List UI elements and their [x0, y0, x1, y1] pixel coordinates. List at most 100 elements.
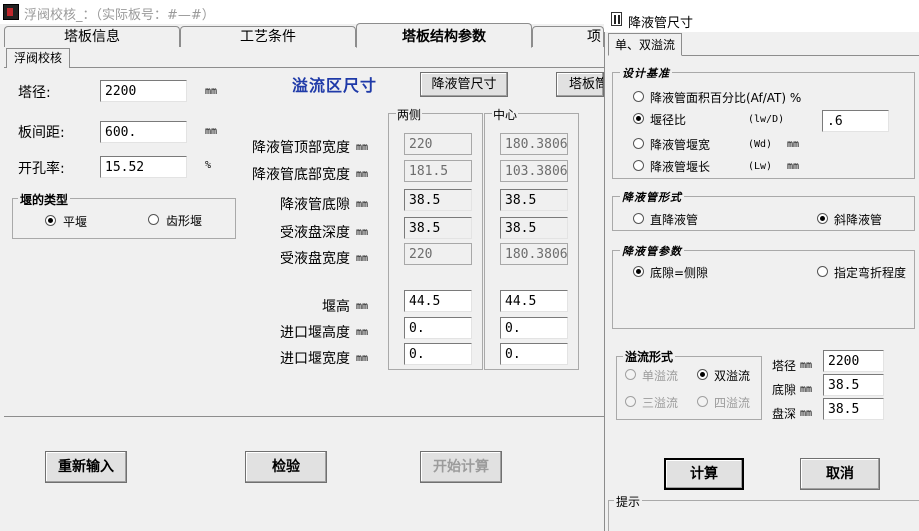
row-unit: mm: [356, 327, 369, 338]
weir-ratio-radio[interactable]: [633, 113, 644, 124]
row-unit: mm: [356, 199, 369, 210]
quad-overflow-label: 四溢流: [714, 396, 751, 410]
row-side-value[interactable]: 0.: [404, 343, 472, 365]
hole-ratio-input[interactable]: 15.52: [100, 156, 187, 178]
row-label: 进口堰宽度: [280, 351, 350, 367]
row-unit: mm: [356, 227, 369, 238]
row-side-value: 181.5: [404, 160, 472, 182]
weir-width-radio[interactable]: [633, 138, 644, 149]
hint-group: [608, 500, 919, 531]
cancel-button[interactable]: 取消: [800, 458, 880, 490]
quad-overflow-radio[interactable]: [697, 396, 708, 407]
tab-plate-structure[interactable]: 塔板结构参数: [356, 23, 532, 48]
reinput-button[interactable]: 重新输入: [45, 451, 127, 483]
row-center-value[interactable]: 38.5: [500, 217, 568, 239]
weir-length-symbol: (Lw): [748, 161, 773, 172]
row-unit: mm: [356, 353, 369, 364]
single-overflow-label: 单溢流: [642, 369, 679, 383]
design-criteria-title: 设计基准: [620, 65, 672, 81]
dialog-clearance-unit: mm: [800, 384, 813, 395]
start-calc-button[interactable]: 开始计算: [420, 451, 502, 483]
window-title: 浮阀校核_：（实际板号：#—#）: [24, 8, 215, 23]
dialog-icon: [611, 12, 622, 26]
weir-length-radio[interactable]: [633, 160, 644, 171]
area-ratio-radio[interactable]: [633, 91, 644, 102]
dialog-diameter-unit: mm: [800, 360, 813, 371]
row-center-value[interactable]: 38.5: [500, 189, 568, 211]
row-unit: mm: [356, 253, 369, 264]
weir-ratio-label: 堰径比: [650, 113, 687, 127]
serrated-weir-label: 齿形堰: [166, 214, 203, 228]
triple-overflow-label: 三溢流: [642, 396, 679, 410]
flat-weir-radio[interactable]: [45, 215, 56, 226]
row-unit: mm: [356, 142, 369, 153]
clearance-equal-radio[interactable]: [633, 266, 644, 277]
row-label: 降液管顶部宽度: [252, 140, 350, 156]
app-icon: [3, 4, 19, 20]
overflow-form-title: 溢流形式: [623, 348, 676, 365]
row-side-value: 220: [404, 243, 472, 265]
row-center-value: 103.3806: [500, 160, 568, 182]
serrated-weir-radio[interactable]: [148, 214, 159, 225]
row-center-value[interactable]: 44.5: [500, 290, 568, 312]
sloped-downcomer-radio[interactable]: [817, 213, 828, 224]
row-label: 受液盘深度: [280, 225, 350, 241]
tab-more[interactable]: 项: [532, 26, 604, 47]
dialog-depth-unit: mm: [800, 408, 813, 419]
calculate-button[interactable]: 计算: [664, 458, 744, 490]
row-center-value: 180.3806: [500, 133, 568, 155]
flat-weir-label: 平堰: [63, 215, 88, 229]
straight-downcomer-radio[interactable]: [633, 213, 644, 224]
area-ratio-label: 降液管面积百分比(Af/AT) %: [650, 91, 802, 105]
triple-overflow-radio[interactable]: [625, 396, 636, 407]
row-center-value[interactable]: 0.: [500, 317, 568, 339]
tab-process-conditions[interactable]: 工艺条件: [180, 26, 356, 47]
hole-ratio-unit: %: [205, 160, 212, 171]
row-side-value[interactable]: 44.5: [404, 290, 472, 312]
dialog-diameter-input[interactable]: 2200: [823, 350, 884, 372]
dialog-clearance-label: 底隙: [772, 383, 797, 397]
weir-ratio-symbol: (lw/D): [748, 114, 785, 125]
tower-diameter-label: 塔径:: [18, 85, 51, 101]
dialog-clearance-input[interactable]: 38.5: [823, 374, 884, 396]
subtab-valve-check[interactable]: 浮阀校核: [6, 48, 70, 68]
row-side-value[interactable]: 38.5: [404, 189, 472, 211]
downcomer-form-title: 降液管形式: [620, 189, 684, 205]
check-button[interactable]: 检验: [245, 451, 327, 483]
double-overflow-label: 双溢流: [714, 369, 751, 383]
downcomer-params-group: [612, 250, 915, 329]
row-unit: mm: [356, 301, 369, 312]
tower-diameter-input[interactable]: 2200: [100, 80, 187, 102]
row-side-value[interactable]: 0.: [404, 317, 472, 339]
tower-diameter-unit: mm: [205, 86, 218, 97]
hole-ratio-label: 开孔率:: [18, 161, 65, 177]
row-side-value: 220: [404, 133, 472, 155]
dialog-tab-single-double[interactable]: 单、双溢流: [608, 33, 682, 56]
plate-spacing-input[interactable]: 600.: [100, 121, 187, 143]
downcomer-size-button[interactable]: 降液管尺寸: [420, 72, 508, 97]
weir-ratio-input[interactable]: .6: [822, 110, 889, 132]
single-overflow-radio[interactable]: [625, 369, 636, 380]
clearance-equal-label: 底隙=侧隙: [650, 266, 709, 280]
bend-degree-radio[interactable]: [817, 266, 828, 277]
row-center-value[interactable]: 0.: [500, 343, 568, 365]
center-column-title: 中心: [492, 106, 519, 123]
side-column-title: 两侧: [396, 106, 423, 123]
weir-width-symbol: (Wd): [748, 139, 773, 150]
bend-degree-label: 指定弯折程度: [834, 266, 907, 280]
weir-length-label: 降液管堰长: [650, 160, 711, 174]
downcomer-params-title: 降液管参数: [620, 243, 684, 259]
tab-plate-info[interactable]: 塔板信息: [4, 26, 180, 47]
dialog-depth-input[interactable]: 38.5: [823, 398, 884, 420]
sloped-downcomer-label: 斜降液管: [834, 213, 883, 227]
plate-size-button[interactable]: 塔板筒: [556, 72, 604, 97]
double-overflow-radio[interactable]: [697, 369, 708, 380]
row-label: 受液盘宽度: [280, 251, 350, 267]
row-side-value[interactable]: 38.5: [404, 217, 472, 239]
row-unit: mm: [356, 169, 369, 180]
row-label: 进口堰高度: [280, 325, 350, 341]
plate-spacing-unit: mm: [205, 126, 218, 137]
row-label: 降液管底部宽度: [252, 167, 350, 183]
dialog-title: 降液管尺寸: [628, 16, 694, 31]
dialog-depth-label: 盘深: [772, 407, 797, 421]
